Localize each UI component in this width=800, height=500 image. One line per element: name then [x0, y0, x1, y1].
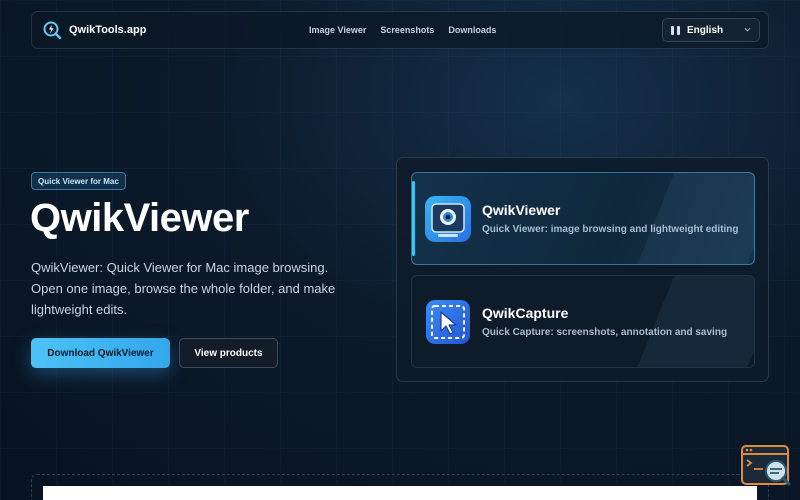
product-card-qwikviewer[interactable]: QwikViewer Quick Viewer: image browsing …	[411, 172, 755, 265]
nav-link-downloads[interactable]: Downloads	[448, 25, 496, 35]
hero-description: QwikViewer: Quick Viewer for Mac image b…	[31, 260, 336, 317]
product-title-qwikcapture: QwikCapture	[482, 304, 569, 321]
chevron-down-icon	[744, 27, 751, 32]
view-products-button[interactable]: View products	[179, 338, 278, 368]
product-card-qwikcapture[interactable]: QwikCapture Quick Capture: screenshots, …	[411, 275, 755, 368]
product-subtitle-qwikviewer: Quick Viewer: image browsing and lightwe…	[482, 223, 739, 235]
nav-link-screenshots[interactable]: Screenshots	[380, 25, 434, 35]
nav-links: Image Viewer Screenshots Downloads	[309, 25, 496, 35]
language-label: English	[687, 24, 724, 36]
download-qwikviewer-button[interactable]: Download QwikViewer	[31, 338, 170, 368]
top-navbar: QwikTools.app Image Viewer Screenshots D…	[31, 11, 769, 49]
bolt-magnifier-logo-icon	[42, 20, 62, 40]
products-panel: QwikViewer Quick Viewer: image browsing …	[396, 157, 769, 382]
eye-viewer-icon	[424, 195, 472, 243]
brand-name: QwikTools.app	[69, 24, 147, 36]
language-select[interactable]: English	[662, 18, 760, 42]
capture-cursor-icon	[424, 298, 472, 346]
product-title-qwikviewer: QwikViewer	[482, 201, 561, 218]
hero-badge: Quick Viewer for Mac	[31, 172, 126, 190]
language-bars-icon	[671, 25, 680, 35]
bottom-preview-area	[43, 486, 757, 500]
nav-link-image-viewer[interactable]: Image Viewer	[309, 25, 366, 35]
brand[interactable]: QwikTools.app	[42, 20, 146, 40]
floating-search-widget-icon[interactable]	[741, 445, 791, 487]
hero-title: QwikViewer	[30, 196, 249, 240]
product-subtitle-qwikcapture: Quick Capture: screenshots, annotation a…	[482, 326, 728, 338]
